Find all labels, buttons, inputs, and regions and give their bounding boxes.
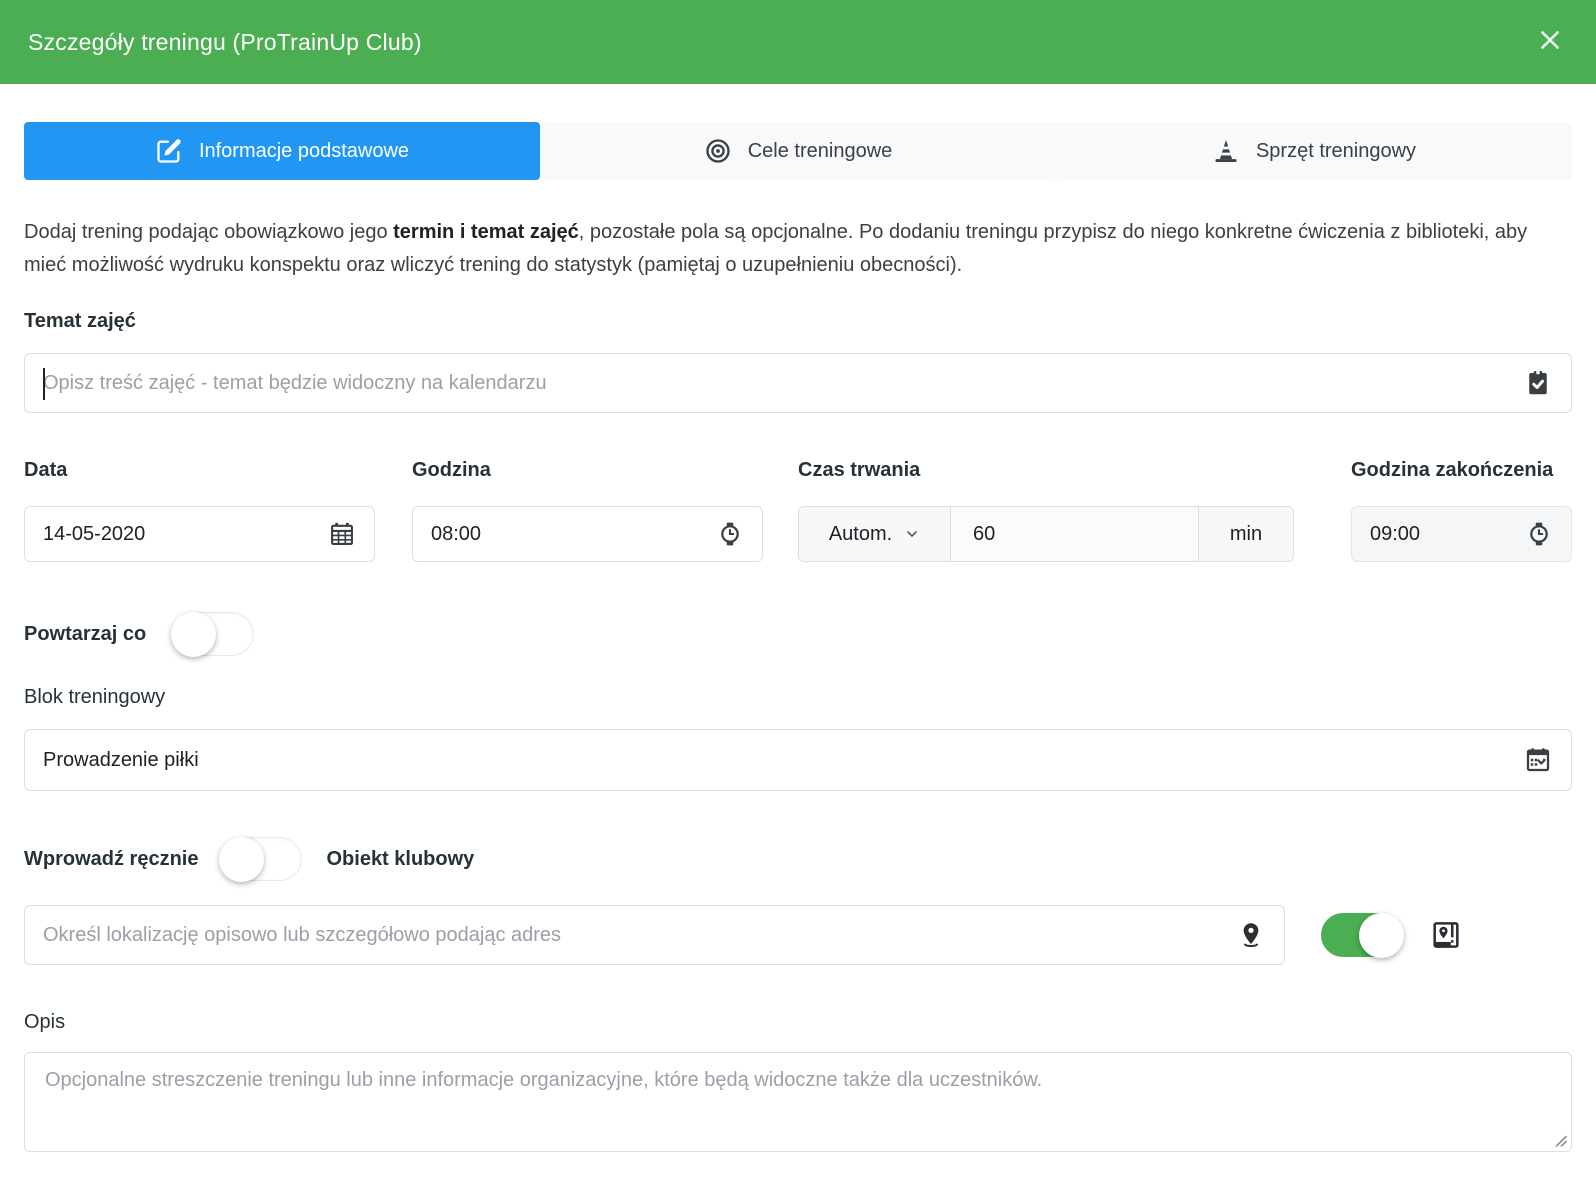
tab-informacje-podstawowe[interactable]: Informacje podstawowe [24,122,540,180]
location-row [24,905,1572,965]
map-pin-icon[interactable] [1236,920,1266,950]
duration-column: Czas trwania Autom. min [798,459,1294,562]
duration-group: Autom. min [798,506,1294,562]
date-column: Data [24,459,375,562]
toggle-knob [219,837,264,882]
calendar-icon[interactable] [328,520,356,548]
duration-label: Czas trwania [798,459,1294,482]
map-toggle[interactable] [1321,913,1403,957]
watch-icon[interactable] [1525,520,1553,548]
tab-bar: Informacje podstawowe Cele treningowe [24,122,1572,180]
chevron-down-icon [904,526,920,542]
start-time-column: Godzina [412,459,763,562]
target-icon [704,137,732,165]
repeat-label: Powtarzaj co [24,623,146,646]
manual-entry-label: Wprowadź ręcznie [24,848,198,871]
date-input[interactable] [43,523,316,546]
topic-input[interactable] [43,372,1511,395]
toggle-knob [171,612,216,657]
text-caret [43,368,45,400]
cone-icon [1212,137,1240,165]
training-block-input[interactable] [43,749,1511,772]
calendar-dots-icon[interactable] [1523,745,1553,775]
date-label: Data [24,459,375,482]
schedule-row: Data Godzina [24,459,1572,562]
modal-body: Informacje podstawowe Cele treningowe [0,84,1596,1157]
intro-text: Dodaj trening podając obowiązkowo jego t… [24,216,1572,282]
tab-label: Informacje podstawowe [199,140,409,163]
duration-unit: min [1198,507,1293,561]
duration-mode-select[interactable]: Autom. [799,507,951,561]
location-input[interactable] [43,924,1224,947]
date-field [24,506,375,562]
start-time-input[interactable] [431,523,704,546]
modal-header: Szczegóły treningu (ProTrainUp Club) [0,0,1596,84]
description-wrap [24,1052,1572,1157]
repeat-row: Powtarzaj co [24,612,1572,656]
location-mode-row: Wprowadź ręcznie Obiekt klubowy [24,837,1572,881]
duration-input[interactable] [951,507,1198,561]
tab-label: Cele treningowe [748,140,893,163]
close-icon [1537,27,1563,58]
repeat-toggle[interactable] [172,612,254,656]
end-time-input[interactable] [1370,523,1513,546]
topic-field [24,353,1572,413]
location-field [24,905,1285,965]
tab-sprzet-treningowy[interactable]: Sprzęt treningowy [1056,122,1572,180]
modal-title: Szczegóły treningu (ProTrainUp Club) [28,29,422,56]
duration-mode-value: Autom. [829,523,892,546]
description-textarea[interactable] [24,1052,1572,1152]
map-book-icon[interactable] [1429,918,1463,952]
training-block-label: Blok treningowy [24,686,1572,709]
toggle-knob [1359,913,1404,958]
topic-label: Temat zajęć [24,310,1572,333]
end-time-label: Godzina zakończenia [1351,459,1572,482]
end-time-column: Godzina zakończenia [1351,459,1572,562]
tab-label: Sprzęt treningowy [1256,140,1416,163]
description-label: Opis [24,1011,1572,1034]
manual-entry-toggle[interactable] [220,837,302,881]
clipboard-check-icon[interactable] [1523,368,1553,398]
tab-cele-treningowe[interactable]: Cele treningowe [540,122,1056,180]
training-block-field [24,729,1572,791]
edit-icon [155,137,183,165]
close-button[interactable] [1532,24,1568,60]
start-time-label: Godzina [412,459,763,482]
start-time-field [412,506,763,562]
intro-bold-text: termin i temat zajęć [393,221,579,243]
club-facility-label: Obiekt klubowy [326,848,474,871]
end-time-field [1351,506,1572,562]
watch-icon[interactable] [716,520,744,548]
